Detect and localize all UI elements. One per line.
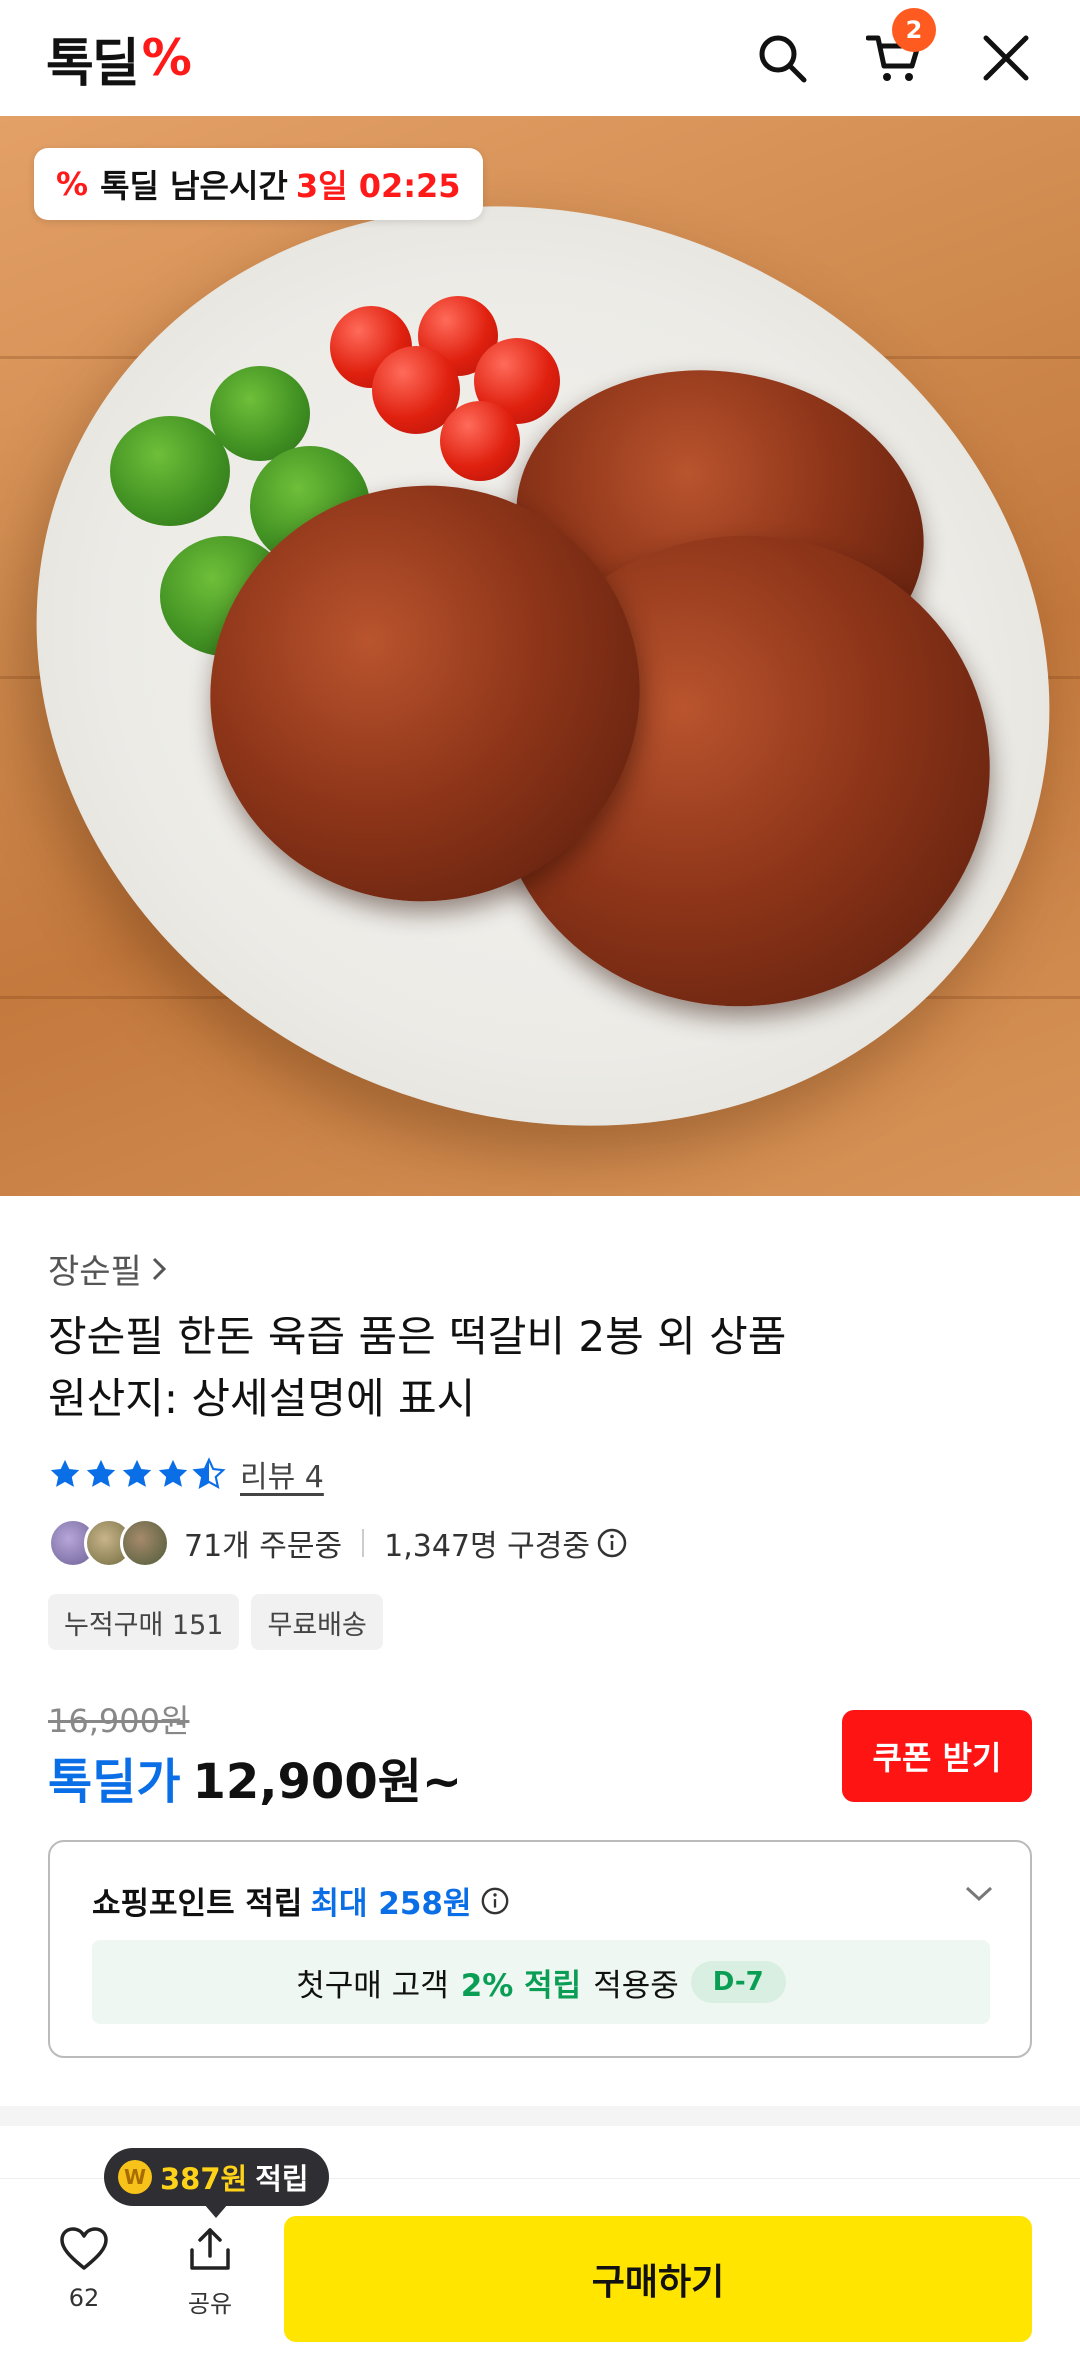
d-day-badge: D-7 [690,1961,786,2003]
logo-percent-mark: % [141,29,192,87]
points-header: 쇼핑포인트 적립 최대 258원 [92,1878,510,1923]
first-buy-prefix: 첫구매 고객 [296,1967,449,2004]
rating-row[interactable]: 리뷰 4 [48,1452,324,1496]
first-buy-suffix: 적용중 [593,1967,679,2004]
search-icon[interactable] [754,30,810,86]
original-price: 16,900원 [48,1702,190,1740]
tag-cumulative-purchase: 누적구매 151 [48,1594,240,1650]
timer-value: 3일 02:25 [295,167,461,205]
product-title-line1: 장순필 한돈 육즙 품은 떡갈비 2봉 외 상품 [48,1312,787,1361]
top-header: 톡딜 % 2 [0,0,1080,116]
deal-price-value: 12,900원~ [192,1754,463,1810]
cart-count-badge: 2 [892,8,936,52]
avatar [120,1518,170,1568]
brand-name: 장순필 [48,1252,142,1292]
buyer-avatars [48,1518,170,1568]
star-icon [122,1459,152,1487]
like-count: 62 [68,2284,100,2312]
chevron-right-icon [152,1257,166,1280]
tooltip-amount: 387원 [160,2162,248,2196]
product-origin: 원산지: 상세설명에 표시 [48,1374,476,1423]
deal-timer-badge: % 톡딜 남은시간 3일 02:25 [34,148,483,220]
shopping-points-panel[interactable]: 쇼핑포인트 적립 최대 258원 첫구매 고객 2% 적립 적용중 D-7 [48,1840,1032,2058]
product-tags: 누적구매 151 무료배송 [48,1594,383,1650]
order-stats-row: 71개 주문중 1,347명 구경중 [48,1518,628,1568]
viewer-count: 1,347명 구경중 [384,1529,590,1564]
deal-price-row: 톡딜가 12,900원~ [48,1742,462,1812]
first-purchase-bonus: 첫구매 고객 2% 적립 적용중 D-7 [92,1940,990,2024]
ordering-count: 71개 주문중 [184,1529,343,1564]
section-divider [0,2106,1080,2126]
timer-label: 톡딜 남은시간 [100,167,288,205]
cart-icon[interactable]: 2 [866,8,936,86]
share-label: 공유 [187,2290,233,2318]
product-title: 장순필 한돈 육즙 품은 떡갈비 2봉 외 상품 원산지: 상세설명에 표시 [48,1306,1032,1430]
get-coupon-button[interactable]: 쿠폰 받기 [842,1710,1032,1802]
info-icon[interactable] [596,1527,628,1559]
star-icon [86,1459,116,1487]
buy-button[interactable]: 구매하기 [284,2216,1032,2342]
review-link[interactable]: 리뷰 4 [240,1452,324,1496]
close-icon[interactable] [978,30,1034,86]
share-button[interactable]: 공유 [172,2226,248,2319]
product-image[interactable] [0,116,1080,1196]
talkdeal-logo[interactable]: 톡딜 % [46,21,192,96]
like-button[interactable]: 62 [48,2226,120,2312]
points-tooltip: W 387원 적립 [104,2148,329,2218]
first-buy-rate: 2% 적립 [460,1967,582,2004]
coin-icon: W [118,2160,152,2194]
share-icon [190,2228,230,2270]
heart-icon [60,2227,108,2270]
half-star-icon [192,1457,226,1489]
tag-free-shipping: 무료배송 [251,1594,383,1650]
star-rating [48,1457,226,1491]
tooltip-suffix: 적립 [255,2162,309,2196]
percent-icon: % [56,165,89,203]
star-icon [50,1459,80,1487]
deal-price-label: 톡딜가 [48,1754,181,1810]
info-icon[interactable] [480,1886,510,1916]
points-max: 최대 258원 [310,1886,472,1922]
logo-text: 톡딜 [46,33,140,94]
star-icon [158,1459,188,1487]
chevron-down-icon[interactable] [964,1884,994,1904]
brand-link[interactable]: 장순필 [48,1244,168,1293]
points-label: 쇼핑포인트 적립 [92,1886,303,1922]
